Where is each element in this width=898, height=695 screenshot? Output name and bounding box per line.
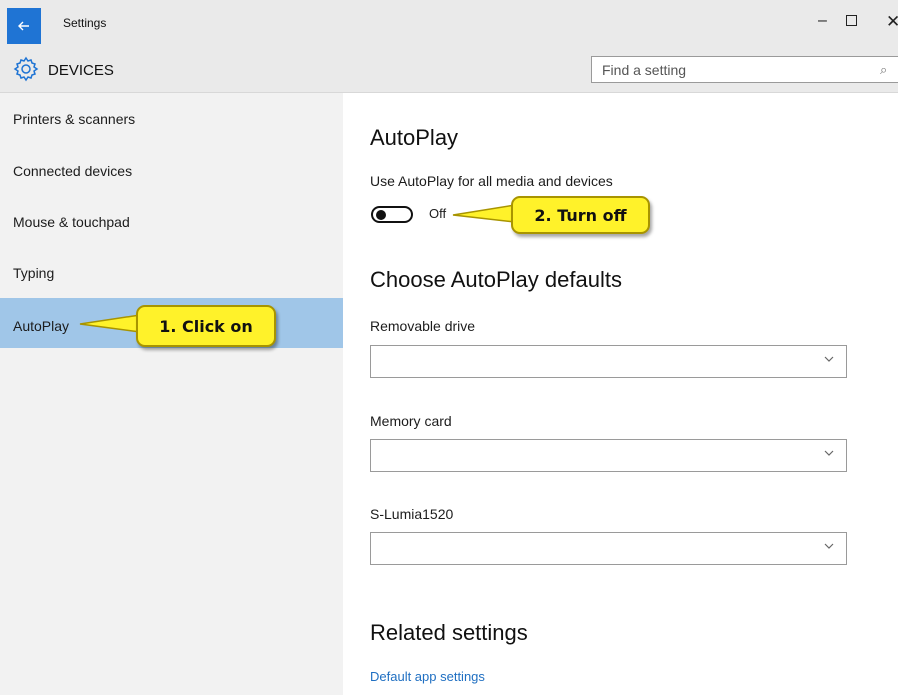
sidebar-item-connected-devices[interactable]: Connected devices	[0, 143, 343, 193]
callout-step-1: 1. Click on	[136, 305, 276, 347]
removable-drive-dropdown[interactable]	[370, 345, 847, 378]
sidebar-item-label: Connected devices	[13, 163, 133, 179]
gear-icon	[13, 56, 39, 82]
chevron-down-icon	[824, 450, 834, 456]
lumia-dropdown[interactable]	[370, 532, 847, 565]
toggle-state-text: Off	[429, 206, 447, 221]
section-title: DEVICES	[48, 62, 114, 79]
search-icon[interactable]: ⌕	[880, 62, 887, 78]
defaults-heading: Choose AutoPlay defaults	[370, 267, 622, 292]
sidebar: Printers & scanners Connected devices Mo…	[0, 93, 343, 695]
close-button[interactable]: ✕	[886, 12, 898, 32]
chevron-down-icon	[824, 543, 834, 549]
default-app-settings-link[interactable]: Default app settings	[370, 669, 485, 684]
sidebar-item-label: Printers & scanners	[13, 111, 136, 127]
main-content: AutoPlay Use AutoPlay for all media and …	[343, 93, 898, 695]
title-bar: Settings – ✕	[0, 0, 898, 48]
settings-header: DEVICES ⌕	[0, 48, 898, 93]
related-settings-heading: Related settings	[370, 620, 528, 645]
callout-step-2: 2. Turn off	[511, 196, 650, 234]
autoplay-toggle-label: Use AutoPlay for all media and devices	[370, 173, 613, 189]
app-title: Settings	[63, 16, 107, 30]
memory-card-label: Memory card	[370, 413, 452, 429]
chevron-down-icon	[824, 356, 834, 362]
sidebar-item-label: Mouse & touchpad	[13, 214, 130, 230]
search-input[interactable]	[592, 57, 872, 82]
sidebar-item-printers-scanners[interactable]: Printers & scanners	[0, 93, 343, 143]
lumia-label: S-Lumia1520	[370, 506, 454, 522]
sidebar-item-typing[interactable]: Typing	[0, 245, 343, 295]
back-button[interactable]	[7, 8, 41, 44]
search-box[interactable]: ⌕	[591, 56, 898, 83]
callout-2-pointer	[452, 204, 516, 223]
autoplay-heading: AutoPlay	[370, 125, 459, 150]
removable-drive-label: Removable drive	[370, 318, 476, 334]
back-arrow-icon	[18, 21, 29, 31]
sidebar-item-label: Typing	[13, 265, 55, 281]
maximize-button[interactable]	[846, 15, 857, 26]
memory-card-dropdown[interactable]	[370, 439, 847, 472]
sidebar-item-label: AutoPlay	[13, 318, 70, 334]
toggle-knob	[376, 210, 386, 220]
minimize-button[interactable]: –	[818, 12, 827, 30]
autoplay-toggle[interactable]	[371, 206, 413, 223]
sidebar-item-mouse-touchpad[interactable]: Mouse & touchpad	[0, 194, 343, 244]
callout-1-pointer	[79, 314, 141, 333]
